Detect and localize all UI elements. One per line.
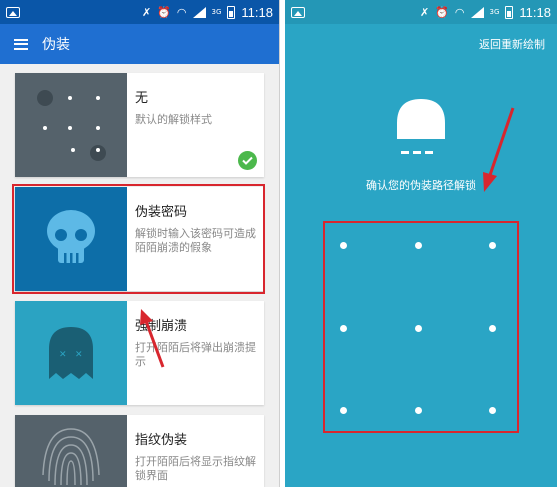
disguise-option-force-crash[interactable]: ✕ ✕ 强制崩溃 打开陌陌后将弹出崩溃提示: [15, 301, 264, 405]
pattern-dot[interactable]: [415, 325, 422, 332]
signal-icon: [470, 6, 484, 18]
option-description: 默认的解锁样式: [135, 113, 212, 126]
redraw-button[interactable]: 返回重新绘制: [479, 36, 545, 52]
fake-password-logo-icon: [397, 99, 445, 154]
pattern-dot[interactable]: [489, 407, 496, 414]
option-title: 指纹伪装: [135, 433, 188, 448]
status-bar: ✗ ⏰ ◠ 3G 11:18: [0, 0, 279, 24]
ghost-icon: ✕ ✕: [49, 327, 93, 379]
status-bar: ✗ ⏰ ◠ 3G 11:18: [285, 0, 557, 24]
battery-icon: [227, 5, 236, 19]
fingerprint-icon: [42, 428, 100, 486]
network-type-label: 3G: [489, 7, 500, 16]
page-title: 伪装: [42, 37, 70, 53]
pattern-dot[interactable]: [489, 325, 496, 332]
option-title: 伪装密码: [135, 205, 188, 220]
pattern-lock-thumbnail: [15, 73, 127, 177]
vibrate-off-icon: ✗: [420, 5, 430, 19]
status-time: 11:18: [241, 4, 273, 20]
disguise-option-none[interactable]: 无 默认的解锁样式: [15, 73, 264, 177]
wifi-icon: ◠: [454, 5, 465, 19]
svg-text:✕: ✕: [75, 350, 83, 360]
ghost-thumbnail: ✕ ✕: [15, 301, 127, 405]
pattern-dot[interactable]: [340, 325, 347, 332]
gallery-notification-icon: [6, 6, 20, 18]
disguise-option-fingerprint[interactable]: 指纹伪装 打开陌陌后将显示指纹解锁界面: [15, 415, 264, 487]
pattern-dot[interactable]: [340, 242, 347, 249]
option-description: 打开陌陌后将显示指纹解锁界面: [135, 455, 256, 482]
alarm-icon: ⏰: [435, 5, 449, 19]
wifi-icon: ◠: [176, 5, 187, 19]
alarm-icon: ⏰: [157, 5, 171, 19]
pattern-dot[interactable]: [489, 242, 496, 249]
left-phone-screen: ✗ ⏰ ◠ 3G 11:18 伪装 无 默认的解锁样式 伪装密码 解锁时输入该密…: [0, 0, 280, 487]
pattern-dot[interactable]: [415, 242, 422, 249]
option-title: 强制崩溃: [135, 319, 188, 334]
gallery-notification-icon: [291, 6, 305, 18]
right-phone-screen: ✗ ⏰ ◠ 3G 11:18 返回重新绘制 确认您的伪装路径解锁: [285, 0, 557, 487]
option-description: 解锁时输入该密码可造成陌陌崩溃的假象: [135, 227, 256, 254]
disguise-option-fake-password[interactable]: 伪装密码 解锁时输入该密码可造成陌陌崩溃的假象: [15, 187, 264, 291]
pattern-lock-icon: [37, 90, 106, 161]
skull-icon: [47, 210, 95, 263]
fingerprint-thumbnail: [15, 415, 127, 487]
prompt-text: 确认您的伪装路径解锁: [366, 179, 476, 192]
network-type-label: 3G: [211, 7, 222, 16]
option-description: 打开陌陌后将弹出崩溃提示: [135, 341, 256, 368]
selected-check-icon: [238, 151, 257, 170]
svg-text:✕: ✕: [59, 350, 67, 360]
pattern-dot[interactable]: [415, 407, 422, 414]
battery-icon: [505, 5, 514, 19]
app-bar: 伪装: [0, 24, 279, 64]
pattern-dot[interactable]: [340, 407, 347, 414]
option-title: 无: [135, 91, 149, 106]
skull-thumbnail: [15, 187, 127, 291]
status-time: 11:18: [519, 4, 551, 20]
vibrate-off-icon: ✗: [142, 5, 152, 19]
signal-icon: [192, 6, 206, 18]
menu-icon[interactable]: [14, 38, 28, 50]
